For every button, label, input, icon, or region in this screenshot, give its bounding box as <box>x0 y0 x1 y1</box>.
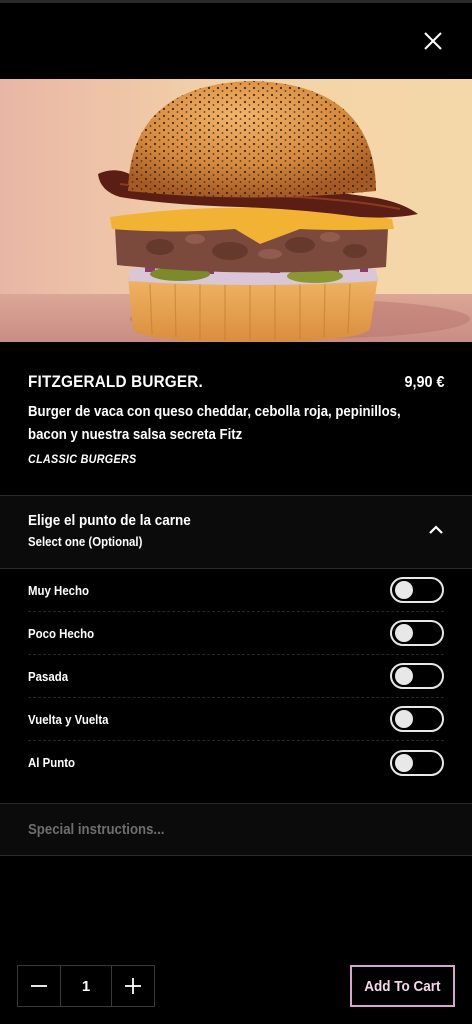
quantity-value: 1 <box>60 966 112 1006</box>
option-toggle[interactable] <box>390 577 444 603</box>
toggle-knob <box>395 667 413 685</box>
toggle-knob <box>395 710 413 728</box>
option-row[interactable]: Muy Hecho <box>28 569 444 612</box>
quantity-stepper[interactable]: 1 <box>17 965 155 1007</box>
option-row[interactable]: Vuelta y Vuelta <box>28 698 444 741</box>
toggle-knob <box>395 624 413 642</box>
add-to-cart-button[interactable]: Add To Cart <box>350 965 455 1007</box>
options-list: Muy Hecho Poco Hecho Pasada Vuelta y Vue… <box>0 569 472 784</box>
product-description: Burger de vaca con queso cheddar, ceboll… <box>28 403 401 443</box>
special-instructions-field[interactable] <box>0 803 472 856</box>
product-info: FITZGERALD BURGER. 9,90 € Burger de vaca… <box>28 372 444 466</box>
minus-icon <box>31 985 47 987</box>
close-icon <box>424 32 442 50</box>
special-instructions-input[interactable] <box>28 821 395 838</box>
product-price: 9,90 € <box>403 374 444 391</box>
top-divider <box>0 0 472 3</box>
product-image <box>0 79 472 342</box>
option-toggle[interactable] <box>390 663 444 689</box>
option-toggle[interactable] <box>390 706 444 732</box>
options-section: Elige el punto de la carne Select one (O… <box>0 495 472 784</box>
add-to-cart-label: Add To Cart <box>364 977 441 995</box>
option-row[interactable]: Poco Hecho <box>28 612 444 655</box>
option-label: Poco Hecho <box>28 625 95 641</box>
options-header[interactable]: Elige el punto de la carne Select one (O… <box>0 496 472 569</box>
option-label: Vuelta y Vuelta <box>28 711 109 727</box>
option-row[interactable]: Al Punto <box>28 741 444 784</box>
increase-button[interactable] <box>112 966 154 1006</box>
toggle-knob <box>395 753 413 772</box>
toggle-knob <box>395 581 413 599</box>
option-toggle[interactable] <box>390 749 444 776</box>
option-label: Pasada <box>28 668 69 684</box>
options-subtitle: Select one (Optional) <box>28 534 143 549</box>
plus-icon <box>125 978 141 994</box>
decrease-button[interactable] <box>18 966 60 1006</box>
options-title: Elige el punto de la carne <box>28 512 191 529</box>
chevron-up-icon[interactable] <box>428 522 444 538</box>
option-toggle[interactable] <box>390 620 444 646</box>
option-label: Muy Hecho <box>28 582 90 598</box>
option-row[interactable]: Pasada <box>28 655 444 698</box>
product-title: FITZGERALD BURGER. <box>28 372 203 391</box>
option-label: Al Punto <box>28 755 76 770</box>
close-button[interactable] <box>418 26 448 56</box>
product-category: CLASSIC BURGERS <box>28 452 137 466</box>
